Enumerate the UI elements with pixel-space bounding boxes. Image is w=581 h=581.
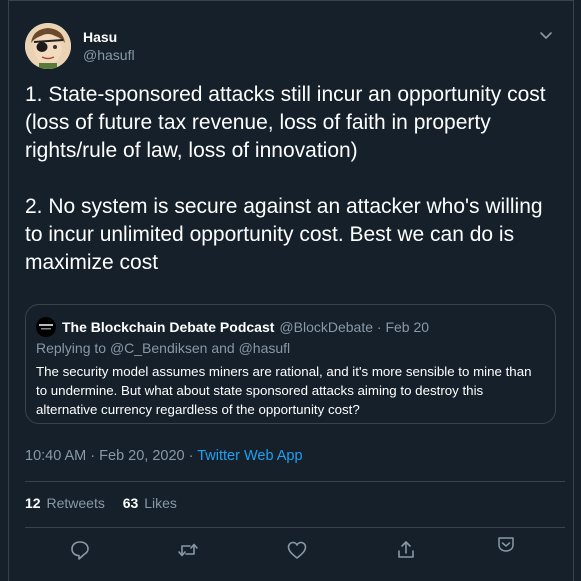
author-names: Hasu @hasufl <box>83 29 135 65</box>
chevron-down-icon[interactable] <box>495 533 517 555</box>
like-icon[interactable] <box>286 539 308 561</box>
replying-prefix: Replying to <box>36 340 107 356</box>
quoted-body: The security model assumes miners are ra… <box>36 364 532 417</box>
retweets-count[interactable]: 12 <box>25 495 41 511</box>
likes-count[interactable]: 63 <box>123 495 139 511</box>
tweet-text: 1. State-sponsored attacks still incur a… <box>25 81 565 277</box>
reply-icon[interactable] <box>69 539 91 561</box>
source-app-link[interactable]: Twitter Web App <box>197 448 302 464</box>
reply-and: and <box>211 340 235 356</box>
reply-mention-bendiksen[interactable]: @C_Bendiksen <box>110 340 208 356</box>
tweet-stats: 12 Retweets 63 Likes <box>25 495 191 511</box>
action-bar <box>9 537 575 563</box>
likes-label[interactable]: Likes <box>144 495 177 511</box>
reply-mention-hasufl[interactable]: @hasufl <box>239 340 291 356</box>
quoted-avatar <box>36 317 56 337</box>
quoted-handle-date: @BlockDebate · Feb 20 <box>279 319 430 335</box>
author-handle[interactable]: @hasufl <box>83 46 135 65</box>
tweet-paragraph-1: 1. State-sponsored attacks still incur a… <box>25 83 546 162</box>
quoted-replying-to: Replying to @C_Bendiksen and @hasufl <box>36 340 290 356</box>
tweet-timestamp[interactable]: 10:40 AM · Feb 20, 2020 · <box>25 448 193 464</box>
retweet-icon[interactable] <box>177 539 199 561</box>
chevron-down-icon[interactable] <box>537 27 555 45</box>
quoted-display-name: The Blockchain Debate Podcast <box>62 319 275 335</box>
quoted-tweet[interactable]: The Blockchain Debate Podcast @BlockDeba… <box>25 304 556 424</box>
tweet-meta: 10:40 AM · Feb 20, 2020 · Twitter Web Ap… <box>25 448 303 464</box>
divider <box>25 527 565 528</box>
author-display-name[interactable]: Hasu <box>83 29 135 46</box>
divider <box>25 481 565 482</box>
tweet-paragraph-2: 2. No system is secure against an attack… <box>25 195 543 274</box>
quoted-header: The Blockchain Debate Podcast @BlockDeba… <box>36 317 429 337</box>
retweets-label[interactable]: Retweets <box>46 495 104 511</box>
tweet-card: Hasu @hasufl 1. State-sponsored attacks … <box>8 0 574 581</box>
avatar[interactable] <box>25 23 71 69</box>
share-icon[interactable] <box>395 539 417 561</box>
tweet-header: Hasu @hasufl <box>25 23 555 71</box>
